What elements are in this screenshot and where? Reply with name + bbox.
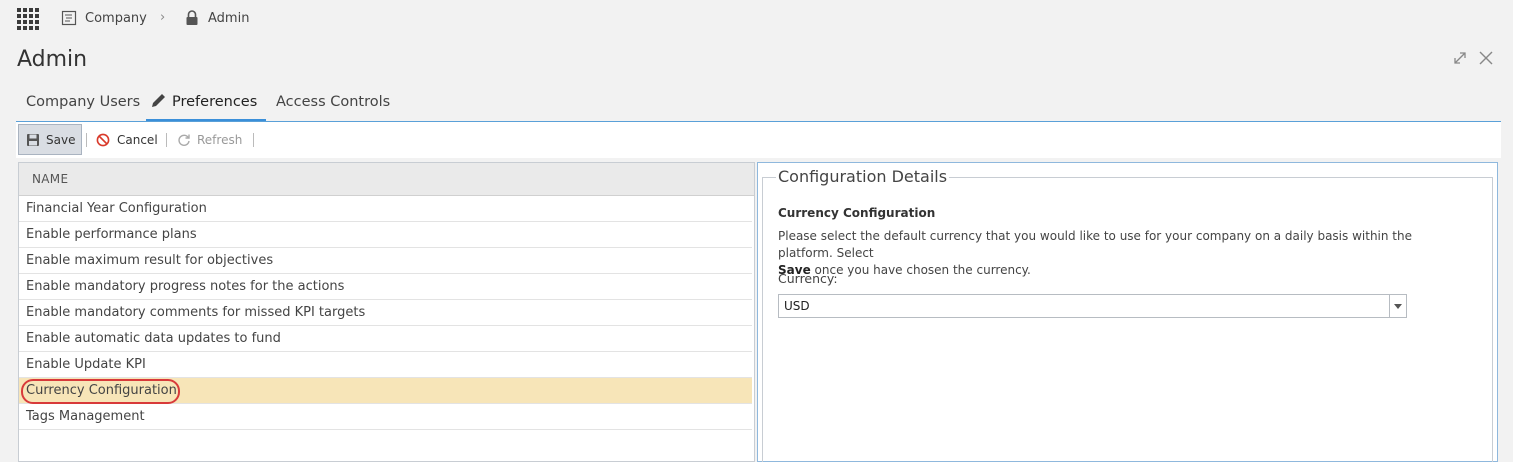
tab-access-controls[interactable]: Access Controls xyxy=(276,94,390,110)
description-text: Please select the default currency that … xyxy=(778,229,1412,260)
refresh-icon xyxy=(178,134,190,146)
currency-label: Currency: xyxy=(778,271,838,286)
cancel-button[interactable]: Cancel xyxy=(96,124,158,155)
chevron-right-icon: › xyxy=(160,10,166,25)
highlight-annotation xyxy=(21,379,180,404)
preferences-grid: NAME Financial Year Configuration Enable… xyxy=(18,162,755,462)
dropdown-button[interactable] xyxy=(1389,295,1406,317)
section-title: Currency Configuration xyxy=(778,206,936,220)
refresh-button[interactable]: Refresh xyxy=(177,124,242,155)
tab-company-users[interactable]: Company Users xyxy=(26,94,140,110)
description-text-2: once you have chosen the currency. xyxy=(810,263,1031,277)
toolbar: Save Cancel Refresh xyxy=(16,122,1501,158)
grid-row[interactable]: Financial Year Configuration xyxy=(19,196,752,222)
save-label: Save xyxy=(46,132,76,147)
grid-row[interactable]: Enable automatic data updates to fund xyxy=(19,326,752,352)
caret-down-icon xyxy=(1394,303,1402,309)
grid-row[interactable]: Enable Update KPI xyxy=(19,352,752,378)
configuration-details-legend: Configuration Details xyxy=(776,167,950,186)
close-icon[interactable] xyxy=(1479,51,1493,65)
save-button[interactable]: Save xyxy=(18,124,82,155)
column-header-name[interactable]: NAME xyxy=(19,163,754,196)
grid-row[interactable]: Enable performance plans xyxy=(19,222,752,248)
grid-row-selected[interactable]: Currency Configuration xyxy=(19,378,752,404)
cancel-icon xyxy=(96,133,110,146)
tab-bar: Company Users Preferences Access Control… xyxy=(0,88,1501,122)
app-grid-icon[interactable] xyxy=(17,8,39,30)
grid-row[interactable]: Enable maximum result for objectives xyxy=(19,248,752,274)
grid-row[interactable]: Enable mandatory progress notes for the … xyxy=(19,274,752,300)
expand-icon[interactable] xyxy=(1453,51,1467,65)
grid-row[interactable]: Enable mandatory comments for missed KPI… xyxy=(19,300,752,326)
toolbar-separator xyxy=(86,133,87,147)
currency-select[interactable]: USD xyxy=(778,294,1407,318)
document-icon xyxy=(61,10,77,26)
toolbar-separator xyxy=(166,133,167,147)
refresh-label: Refresh xyxy=(197,132,243,147)
lock-icon xyxy=(186,10,198,25)
toolbar-separator xyxy=(253,133,254,147)
section-description: Please select the default currency that … xyxy=(778,228,1468,279)
page-title: Admin xyxy=(17,47,88,72)
save-icon xyxy=(27,133,39,146)
tab-preferences[interactable]: Preferences xyxy=(172,94,257,110)
breadcrumb-company[interactable]: Company xyxy=(85,11,147,26)
pencil-icon xyxy=(152,94,165,107)
top-bar: Company › Admin xyxy=(0,0,1513,38)
grid-row[interactable]: Tags Management xyxy=(19,404,752,430)
cancel-label: Cancel xyxy=(117,132,158,147)
currency-value: USD xyxy=(784,299,810,313)
details-panel: Configuration Details Currency Configura… xyxy=(757,162,1498,462)
breadcrumb-admin[interactable]: Admin xyxy=(208,11,249,26)
